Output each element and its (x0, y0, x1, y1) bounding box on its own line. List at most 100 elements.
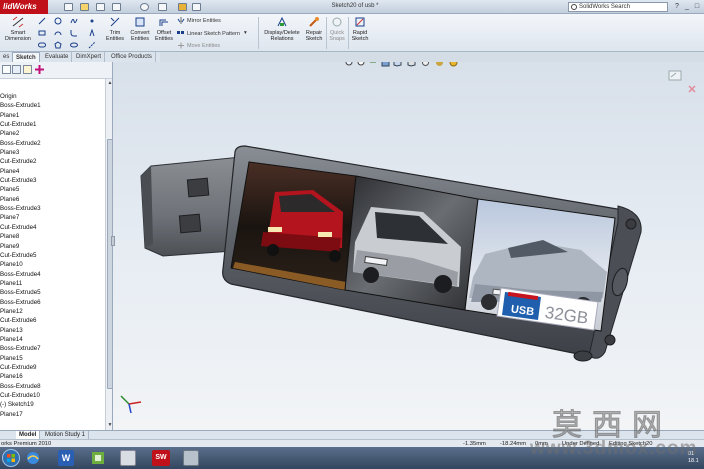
tree-item[interactable]: Cut-Extrude5 (0, 251, 105, 260)
tree-item[interactable]: Cut-Extrude4 (0, 223, 105, 232)
save-icon[interactable] (96, 3, 105, 11)
tree-item[interactable]: Plane12 (0, 307, 105, 316)
tree-item[interactable]: Plane6 (0, 195, 105, 204)
minimize-button[interactable]: _ (682, 2, 692, 12)
rectangle-icon[interactable] (38, 29, 46, 37)
help-icon[interactable]: ? (672, 2, 682, 12)
tree-item[interactable]: Origin (0, 92, 105, 101)
tab-office-products[interactable]: Office Products (108, 52, 156, 62)
tree-item[interactable]: Boss-Extrude6 (0, 298, 105, 307)
pane-splitter-handle[interactable] (111, 236, 115, 246)
tree-item[interactable]: Boss-Extrude7 (0, 344, 105, 353)
tab-dimxpert[interactable]: DimXpert (73, 52, 106, 62)
tree-item[interactable]: Boss-Extrude2 (0, 139, 105, 148)
arc-icon[interactable] (54, 29, 62, 37)
rapid-sketch-button[interactable]: Rapid Sketch (350, 16, 370, 42)
new-document-icon[interactable] (64, 3, 73, 11)
control-panel-icon[interactable] (90, 450, 106, 466)
spline-icon[interactable] (70, 17, 78, 25)
tree-item[interactable]: Plane5 (0, 185, 105, 194)
scroll-down-icon[interactable]: ▼ (106, 421, 112, 429)
tree-item[interactable]: Cut-Extrude9 (0, 363, 105, 372)
tree-item[interactable]: Boss-Extrude8 (0, 382, 105, 391)
circle-icon[interactable] (54, 17, 62, 25)
property-manager-icon[interactable] (12, 65, 21, 74)
section-view-icon[interactable] (381, 62, 390, 67)
tree-item[interactable]: Plane4 (0, 167, 105, 176)
smart-dimension-button[interactable]: Smart Dimension (3, 16, 33, 42)
move-entities-button[interactable]: Move Entities (177, 42, 220, 49)
configuration-manager-icon[interactable] (23, 65, 32, 74)
search-input[interactable]: SolidWorks Search (568, 2, 668, 12)
internet-explorer-icon[interactable] (25, 450, 41, 466)
tree-item[interactable]: Cut-Extrude6 (0, 316, 105, 325)
open-folder-icon[interactable] (80, 3, 89, 11)
undo-icon[interactable] (140, 3, 149, 11)
view-orientation-icon[interactable] (393, 62, 402, 67)
feature-manager-icon[interactable] (2, 65, 11, 74)
tree-item[interactable]: Plane3 (0, 148, 105, 157)
tab-sketch[interactable]: Sketch (12, 52, 40, 62)
slot-icon[interactable] (38, 41, 46, 49)
text-icon[interactable] (88, 29, 96, 37)
tree-item[interactable]: Cut-Extrude2 (0, 157, 105, 166)
options-icon[interactable] (192, 3, 201, 11)
previous-view-icon[interactable] (369, 62, 378, 67)
pattern-dropdown[interactable]: ▾ (244, 30, 247, 36)
quick-snaps-button[interactable]: Quick Snaps (328, 16, 346, 42)
scroll-up-icon[interactable]: ▲ (106, 79, 112, 87)
display-delete-relations-button[interactable]: Display/Delete Relations (262, 16, 302, 42)
select-icon[interactable] (158, 3, 167, 11)
tree-item[interactable]: Plane11 (0, 279, 105, 288)
hide-show-items-icon[interactable] (421, 62, 430, 67)
tree-item[interactable]: Plane15 (0, 354, 105, 363)
document-icon[interactable] (120, 450, 136, 466)
tree-item[interactable]: Plane17 (0, 410, 105, 419)
tab-evaluate[interactable]: Evaluate (42, 52, 73, 62)
word-icon[interactable]: W (58, 450, 74, 466)
confirmation-corner-icon[interactable] (668, 70, 684, 82)
print-icon[interactable] (112, 3, 121, 11)
zoom-to-fit-icon[interactable] (345, 62, 354, 67)
tree-item[interactable]: Plane8 (0, 232, 105, 241)
solidworks-logo[interactable]: lidWorks (0, 0, 48, 14)
rebuild-icon[interactable] (178, 3, 187, 11)
tree-item[interactable]: Boss-Extrude3 (0, 204, 105, 213)
mirror-entities-button[interactable]: Mirror Entities (177, 17, 221, 24)
tree-item[interactable]: Plane16 (0, 372, 105, 381)
offset-entities-button[interactable]: Offset Entities (154, 16, 174, 42)
convert-entities-button[interactable]: Convert Entities (127, 16, 153, 42)
tree-item[interactable]: Plane2 (0, 129, 105, 138)
trim-entities-button[interactable]: Trim Entities (104, 16, 126, 42)
tree-item[interactable]: Plane1 (0, 111, 105, 120)
exit-sketch-icon[interactable] (687, 84, 697, 94)
apply-scene-icon[interactable] (449, 62, 458, 67)
fillet-icon[interactable] (70, 29, 78, 37)
repair-sketch-button[interactable]: Repair Sketch (304, 16, 324, 42)
tree-item[interactable]: Plane13 (0, 326, 105, 335)
tree-item[interactable]: (-) Sketch19 (0, 400, 105, 409)
tree-item[interactable]: Plane9 (0, 242, 105, 251)
tree-item[interactable]: Cut-Extrude10 (0, 391, 105, 400)
edit-appearance-icon[interactable] (435, 62, 444, 67)
usb-drive-model[interactable]: USB 32GB (113, 62, 704, 430)
tree-item[interactable]: Plane7 (0, 213, 105, 222)
dimxpert-icon[interactable] (35, 65, 44, 74)
tree-item[interactable]: Plane10 (0, 260, 105, 269)
centerline-icon[interactable] (88, 41, 96, 49)
start-button-icon[interactable] (2, 449, 20, 467)
display-style-icon[interactable] (407, 62, 416, 67)
linear-sketch-pattern-button[interactable]: Linear Sketch Pattern (177, 30, 240, 37)
explorer-icon[interactable] (183, 450, 199, 466)
solidworks-taskbar-icon[interactable]: SW (152, 450, 170, 466)
tree-item[interactable]: Boss-Extrude4 (0, 270, 105, 279)
tree-item[interactable]: Cut-Extrude3 (0, 176, 105, 185)
line-icon[interactable] (38, 17, 46, 25)
ellipse-icon[interactable] (70, 41, 78, 49)
tree-item[interactable]: Boss-Extrude1 (0, 101, 105, 110)
zoom-to-area-icon[interactable] (357, 62, 366, 67)
graphics-area[interactable]: USB 32GB (113, 62, 704, 430)
tree-item[interactable]: Boss-Extrude5 (0, 288, 105, 297)
restore-button[interactable]: □ (692, 2, 702, 12)
tree-item[interactable]: Cut-Extrude1 (0, 120, 105, 129)
